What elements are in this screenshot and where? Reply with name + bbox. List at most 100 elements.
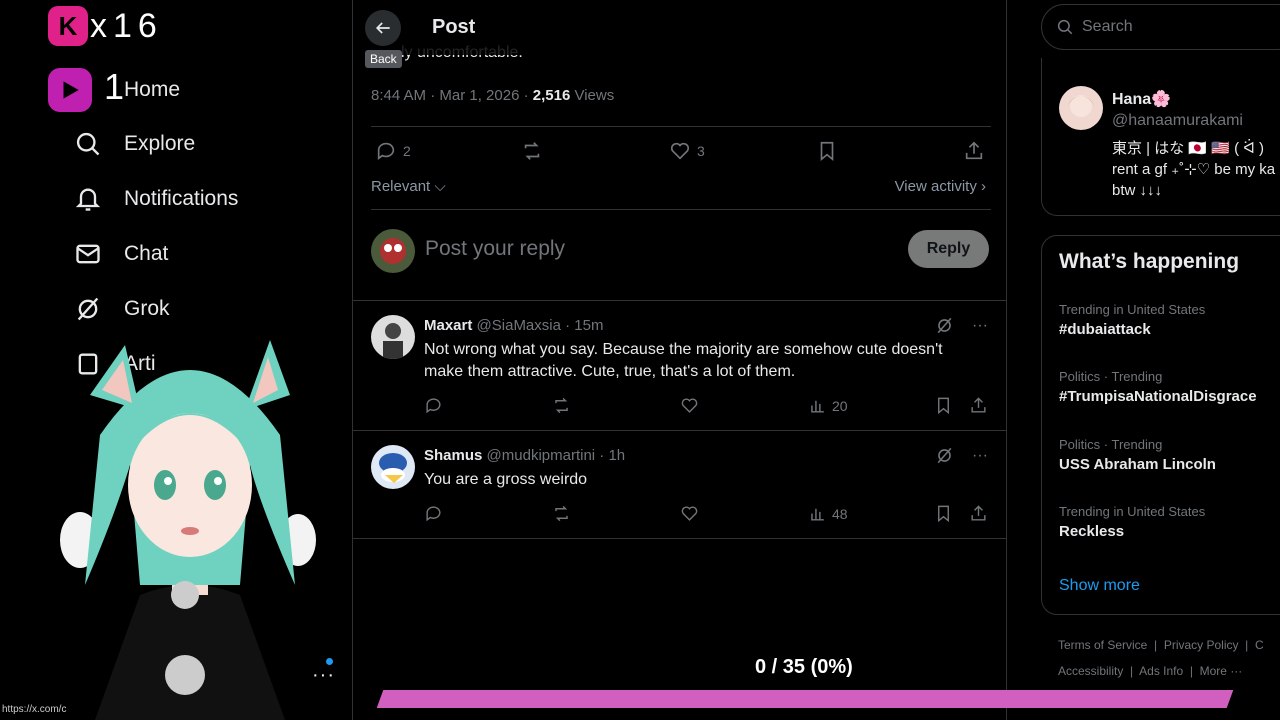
avatar[interactable] (1059, 86, 1103, 130)
reply-tweet[interactable]: Shamus @mudkipmartini · 1h ··· You are a… (353, 431, 1006, 538)
post-meta: 8:44 AM · Mar 1, 2026 · 2,516 Views (371, 87, 615, 104)
reply-tweet[interactable]: Maxart @SiaMaxsia · 15m ··· Not wrong wh… (353, 301, 1006, 430)
post-header: Post (353, 0, 1006, 55)
bookmark-action[interactable] (934, 396, 953, 415)
tweet-actions: 20 (424, 396, 994, 418)
bookmark-icon (938, 397, 949, 415)
share-action[interactable] (969, 504, 988, 523)
trend-context: Politics · Trending (1059, 369, 1163, 384)
comment-icon (377, 142, 395, 160)
trend-topic: Reckless (1059, 523, 1125, 540)
reply-action[interactable] (424, 396, 443, 415)
show-more-link[interactable]: Show more (1059, 577, 1140, 595)
like-action[interactable]: 3 (669, 140, 705, 162)
bell-icon (75, 188, 101, 211)
repost-action[interactable] (552, 504, 571, 523)
nav-explore[interactable]: Explore (74, 124, 195, 164)
footer-link[interactable]: More ··· (1200, 664, 1243, 678)
reply-input[interactable]: Post your reply (425, 237, 565, 261)
share-action[interactable] (963, 140, 985, 162)
bookmark-action[interactable] (934, 504, 953, 523)
nav-grok-label: Grok (124, 297, 170, 320)
nav-chat[interactable]: Chat (74, 234, 168, 274)
chevron-right-icon: › (976, 178, 986, 195)
footer-link[interactable]: Ads Info (1139, 664, 1183, 678)
search-input[interactable]: Search (1082, 18, 1133, 36)
trend-item[interactable]: Politics · Trending #TrumpisaNationalDis… (1059, 369, 1257, 405)
heart-icon (670, 142, 690, 160)
trends-title: What’s happening (1059, 250, 1240, 273)
profile-handle[interactable]: @hanaamurakami (1112, 112, 1243, 130)
view-activity-label: View activity (894, 178, 977, 195)
tweet-text: You are a gross weirdo (424, 471, 588, 488)
footer-link[interactable]: Accessibility (1058, 664, 1123, 678)
brand: K x16 (48, 6, 163, 46)
mail-icon (76, 244, 100, 264)
reply-button[interactable]: Reply (908, 230, 989, 268)
progress-bar (376, 690, 1234, 708)
view-count: 48 (832, 505, 848, 522)
repost-action[interactable] (521, 140, 543, 162)
play-icon (48, 68, 92, 112)
trend-context: Trending in United States (1059, 504, 1206, 519)
author-name[interactable]: Maxart (424, 317, 472, 334)
share-icon (971, 397, 986, 413)
like-action[interactable] (680, 396, 699, 415)
footer-link[interactable]: C (1255, 638, 1264, 652)
vtuber-avatar (60, 340, 316, 720)
reply-action[interactable]: 2 (375, 140, 411, 162)
share-action[interactable] (969, 396, 988, 415)
grok-icon[interactable] (935, 316, 954, 335)
nav-grok[interactable]: Grok (74, 289, 170, 329)
avatar[interactable] (371, 229, 415, 273)
progress-label: 0 / 35 (0%) (755, 656, 853, 678)
back-button[interactable] (365, 10, 401, 46)
avatar[interactable] (371, 315, 415, 359)
bookmark-action[interactable] (816, 140, 838, 162)
trend-item[interactable]: Trending in United States Reckless (1059, 504, 1205, 540)
tweet-text: Not wrong what you say. Because the majo… (424, 341, 943, 380)
footer-link[interactable]: Terms of Service (1058, 638, 1147, 652)
bookmark-icon (820, 141, 834, 162)
nav-home[interactable]: Home (124, 70, 180, 110)
tweet-tools: ··· (935, 316, 988, 335)
tweet-time[interactable]: 1h (608, 447, 625, 464)
more-icon[interactable]: ··· (972, 447, 988, 465)
like-count: 3 (697, 143, 705, 159)
author-handle[interactable]: @SiaMaxsia (477, 317, 561, 334)
post-views: 2,516 (532, 87, 571, 104)
profile-name[interactable]: Hana🌸 (1112, 89, 1171, 109)
sort-dropdown[interactable]: Relevant ⌵ (371, 178, 446, 195)
search-box[interactable]: Search (1041, 4, 1280, 50)
main-column: ly uncomfortable. Post Back 8:44 AM · Ma… (352, 0, 1007, 720)
trend-item[interactable]: Trending in United States #dubaiattack (1059, 302, 1205, 338)
footer-link[interactable]: Privacy Policy (1164, 638, 1239, 652)
author-name[interactable]: Shamus (424, 447, 482, 464)
author-handle[interactable]: @mudkipmartini (487, 447, 596, 464)
view-activity-link[interactable]: View activity › (895, 178, 986, 195)
like-action[interactable] (680, 504, 699, 523)
views-action[interactable]: 48 (808, 504, 848, 523)
search-icon (1057, 19, 1073, 35)
post-time: 8:44 AM · Mar 1, 2026 (371, 87, 520, 104)
more-icon[interactable]: ··· (972, 317, 988, 335)
footer-links: Accessibility | Ads Info | More ··· (1058, 664, 1243, 678)
trends-card: What’s happening Trending in United Stat… (1041, 235, 1280, 615)
nav-notifications-label: Notifications (124, 187, 239, 210)
trend-topic: USS Abraham Lincoln (1059, 456, 1216, 473)
reply-count: 2 (403, 143, 411, 159)
tweet-time[interactable]: 15m (574, 317, 603, 334)
trend-topic: #dubaiattack (1059, 321, 1151, 338)
repost-action[interactable] (552, 396, 571, 415)
trend-item[interactable]: Politics · Trending USS Abraham Lincoln (1059, 437, 1216, 473)
views-action[interactable]: 20 (808, 396, 848, 415)
avatar[interactable] (371, 445, 415, 489)
bar-chart-icon (811, 508, 824, 521)
profile-card: Hana🌸 @hanaamurakami 東京 | はな 🇯🇵 🇺🇸 ( ᐛ )… (1041, 58, 1280, 216)
reply-action[interactable] (424, 504, 443, 523)
nav-chat-label: Chat (124, 242, 169, 265)
tweet-header: Maxart @SiaMaxsia · 15m (424, 317, 604, 334)
trend-topic: #TrumpisaNationalDisgrace (1059, 388, 1257, 405)
nav-notifications[interactable]: Notifications (74, 179, 238, 219)
grok-icon[interactable] (935, 446, 954, 465)
